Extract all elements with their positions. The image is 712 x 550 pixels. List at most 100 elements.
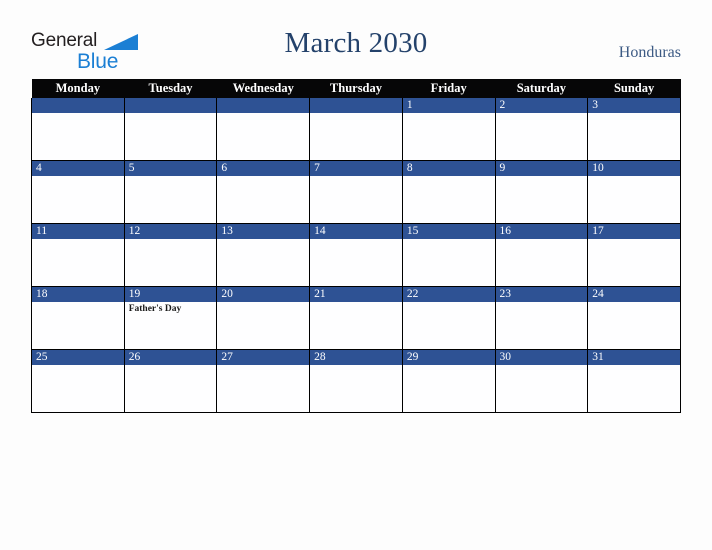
day-events bbox=[403, 302, 495, 304]
day-cell-content: 22 bbox=[402, 287, 495, 349]
calendar-day-cell[interactable]: 6 bbox=[216, 160, 311, 224]
weekday-header-thursday: Thursday bbox=[309, 79, 403, 98]
day-cell-content: 27 bbox=[217, 350, 310, 412]
day-number: 1 bbox=[402, 98, 495, 113]
calendar-day-cell[interactable]: 18 bbox=[31, 286, 125, 350]
calendar-day-cell[interactable]: 12 bbox=[123, 223, 218, 287]
calendar-day-cell[interactable]: 13 bbox=[216, 223, 311, 287]
calendar-day-cell[interactable]: 15 bbox=[401, 223, 496, 287]
day-number: 14 bbox=[310, 224, 402, 239]
day-number bbox=[32, 98, 124, 113]
day-cell-content: 13 bbox=[217, 224, 310, 286]
day-number: 10 bbox=[588, 161, 680, 176]
day-number: 17 bbox=[588, 224, 680, 239]
day-cell-content: 14 bbox=[310, 224, 402, 286]
day-events bbox=[588, 302, 680, 304]
day-number: 30 bbox=[495, 350, 588, 365]
calendar-week-row: 25 26 27 28 29 30 31 bbox=[31, 349, 681, 413]
calendar-day-cell[interactable]: 23 bbox=[494, 286, 589, 350]
day-cell-content: 6 bbox=[217, 161, 310, 223]
day-cell-content: 4 bbox=[32, 161, 124, 223]
calendar-day-cell[interactable]: 5 bbox=[123, 160, 218, 224]
day-number: 5 bbox=[124, 161, 217, 176]
day-number bbox=[124, 98, 217, 113]
day-events bbox=[403, 239, 495, 241]
calendar-day-cell[interactable]: 22 bbox=[401, 286, 496, 350]
weekday-header-monday: Monday bbox=[31, 79, 125, 98]
calendar-empty-cell bbox=[309, 98, 403, 161]
day-number: 18 bbox=[32, 287, 124, 302]
calendar-day-cell[interactable]: 30 bbox=[494, 349, 589, 413]
calendar-day-cell[interactable]: 14 bbox=[309, 223, 403, 287]
day-number: 4 bbox=[32, 161, 124, 176]
day-events bbox=[32, 176, 124, 178]
calendar-day-cell[interactable]: 8 bbox=[401, 160, 496, 224]
calendar-day-cell[interactable]: 10 bbox=[587, 160, 681, 224]
day-cell-content: 23 bbox=[495, 287, 588, 349]
calendar-day-cell[interactable]: 9 bbox=[494, 160, 589, 224]
calendar-day-cell[interactable]: 31 bbox=[587, 349, 681, 413]
calendar-empty-cell bbox=[123, 98, 218, 161]
calendar-empty-cell bbox=[216, 98, 311, 161]
day-events bbox=[125, 365, 217, 367]
calendar-day-cell[interactable]: 25 bbox=[31, 349, 125, 413]
day-number bbox=[217, 98, 310, 113]
calendar-day-cell[interactable]: 26 bbox=[123, 349, 218, 413]
calendar-grid: Monday Tuesday Wednesday Thursday Friday… bbox=[31, 79, 681, 413]
calendar-day-cell[interactable]: 20 bbox=[216, 286, 311, 350]
day-events bbox=[310, 176, 402, 178]
calendar-week-row: 123 bbox=[31, 98, 681, 161]
calendar-day-cell[interactable]: 4 bbox=[31, 160, 125, 224]
day-events bbox=[32, 239, 124, 241]
day-cell-content: 24 bbox=[588, 287, 680, 349]
day-events bbox=[310, 113, 402, 115]
day-events bbox=[496, 365, 588, 367]
calendar-day-cell[interactable]: 28 bbox=[309, 349, 403, 413]
day-number: 2 bbox=[495, 98, 588, 113]
day-cell-content: 12 bbox=[124, 224, 217, 286]
day-events bbox=[310, 302, 402, 304]
calendar-week-row: 11 12 13 14 15 16 17 bbox=[31, 223, 681, 287]
day-number: 6 bbox=[217, 161, 310, 176]
calendar-day-cell[interactable]: 29 bbox=[401, 349, 496, 413]
weekday-header-friday: Friday bbox=[402, 79, 496, 98]
day-cell-content: 30 bbox=[495, 350, 588, 412]
day-number: 20 bbox=[217, 287, 310, 302]
day-cell-content: 25 bbox=[32, 350, 124, 412]
calendar-day-cell[interactable]: 2 bbox=[494, 98, 589, 161]
day-number: 23 bbox=[495, 287, 588, 302]
calendar-day-cell[interactable]: 27 bbox=[216, 349, 311, 413]
day-cell-content: 11 bbox=[32, 224, 124, 286]
calendar-day-cell[interactable]: 19 Father's Day bbox=[123, 286, 218, 350]
day-events bbox=[32, 302, 124, 304]
day-number: 21 bbox=[310, 287, 402, 302]
day-number: 8 bbox=[402, 161, 495, 176]
day-events bbox=[310, 239, 402, 241]
weekday-header-wednesday: Wednesday bbox=[216, 79, 310, 98]
day-number: 25 bbox=[32, 350, 124, 365]
calendar-day-cell[interactable]: 21 bbox=[309, 286, 403, 350]
day-events bbox=[125, 113, 217, 115]
calendar-day-cell[interactable]: 3 bbox=[587, 98, 681, 161]
calendar-day-cell[interactable]: 24 bbox=[587, 286, 681, 350]
calendar-day-cell[interactable]: 17 bbox=[587, 223, 681, 287]
day-cell-content: 20 bbox=[217, 287, 310, 349]
day-number: 29 bbox=[402, 350, 495, 365]
day-events bbox=[403, 176, 495, 178]
calendar-day-cell[interactable]: 16 bbox=[494, 223, 589, 287]
calendar-empty-cell bbox=[31, 98, 125, 161]
day-number: 16 bbox=[495, 224, 588, 239]
holiday-event-label: Father's Day bbox=[128, 304, 182, 314]
day-cell-content: 31 bbox=[588, 350, 680, 412]
calendar-week-row: 4 5 6 7 8 9 10 bbox=[31, 160, 681, 224]
calendar-day-cell[interactable]: 1 bbox=[401, 98, 496, 161]
calendar-header-row: Monday Tuesday Wednesday Thursday Friday… bbox=[31, 79, 681, 98]
day-events bbox=[125, 176, 217, 178]
calendar-day-cell[interactable]: 7 bbox=[309, 160, 403, 224]
day-cell-content: 26 bbox=[124, 350, 217, 412]
calendar-day-cell[interactable]: 11 bbox=[31, 223, 125, 287]
day-cell-content: 9 bbox=[495, 161, 588, 223]
day-number: 19 bbox=[124, 287, 217, 302]
day-events bbox=[403, 113, 495, 115]
calendar-week-row: 18 19 Father's Day 20 21 22 23 24 bbox=[31, 286, 681, 350]
